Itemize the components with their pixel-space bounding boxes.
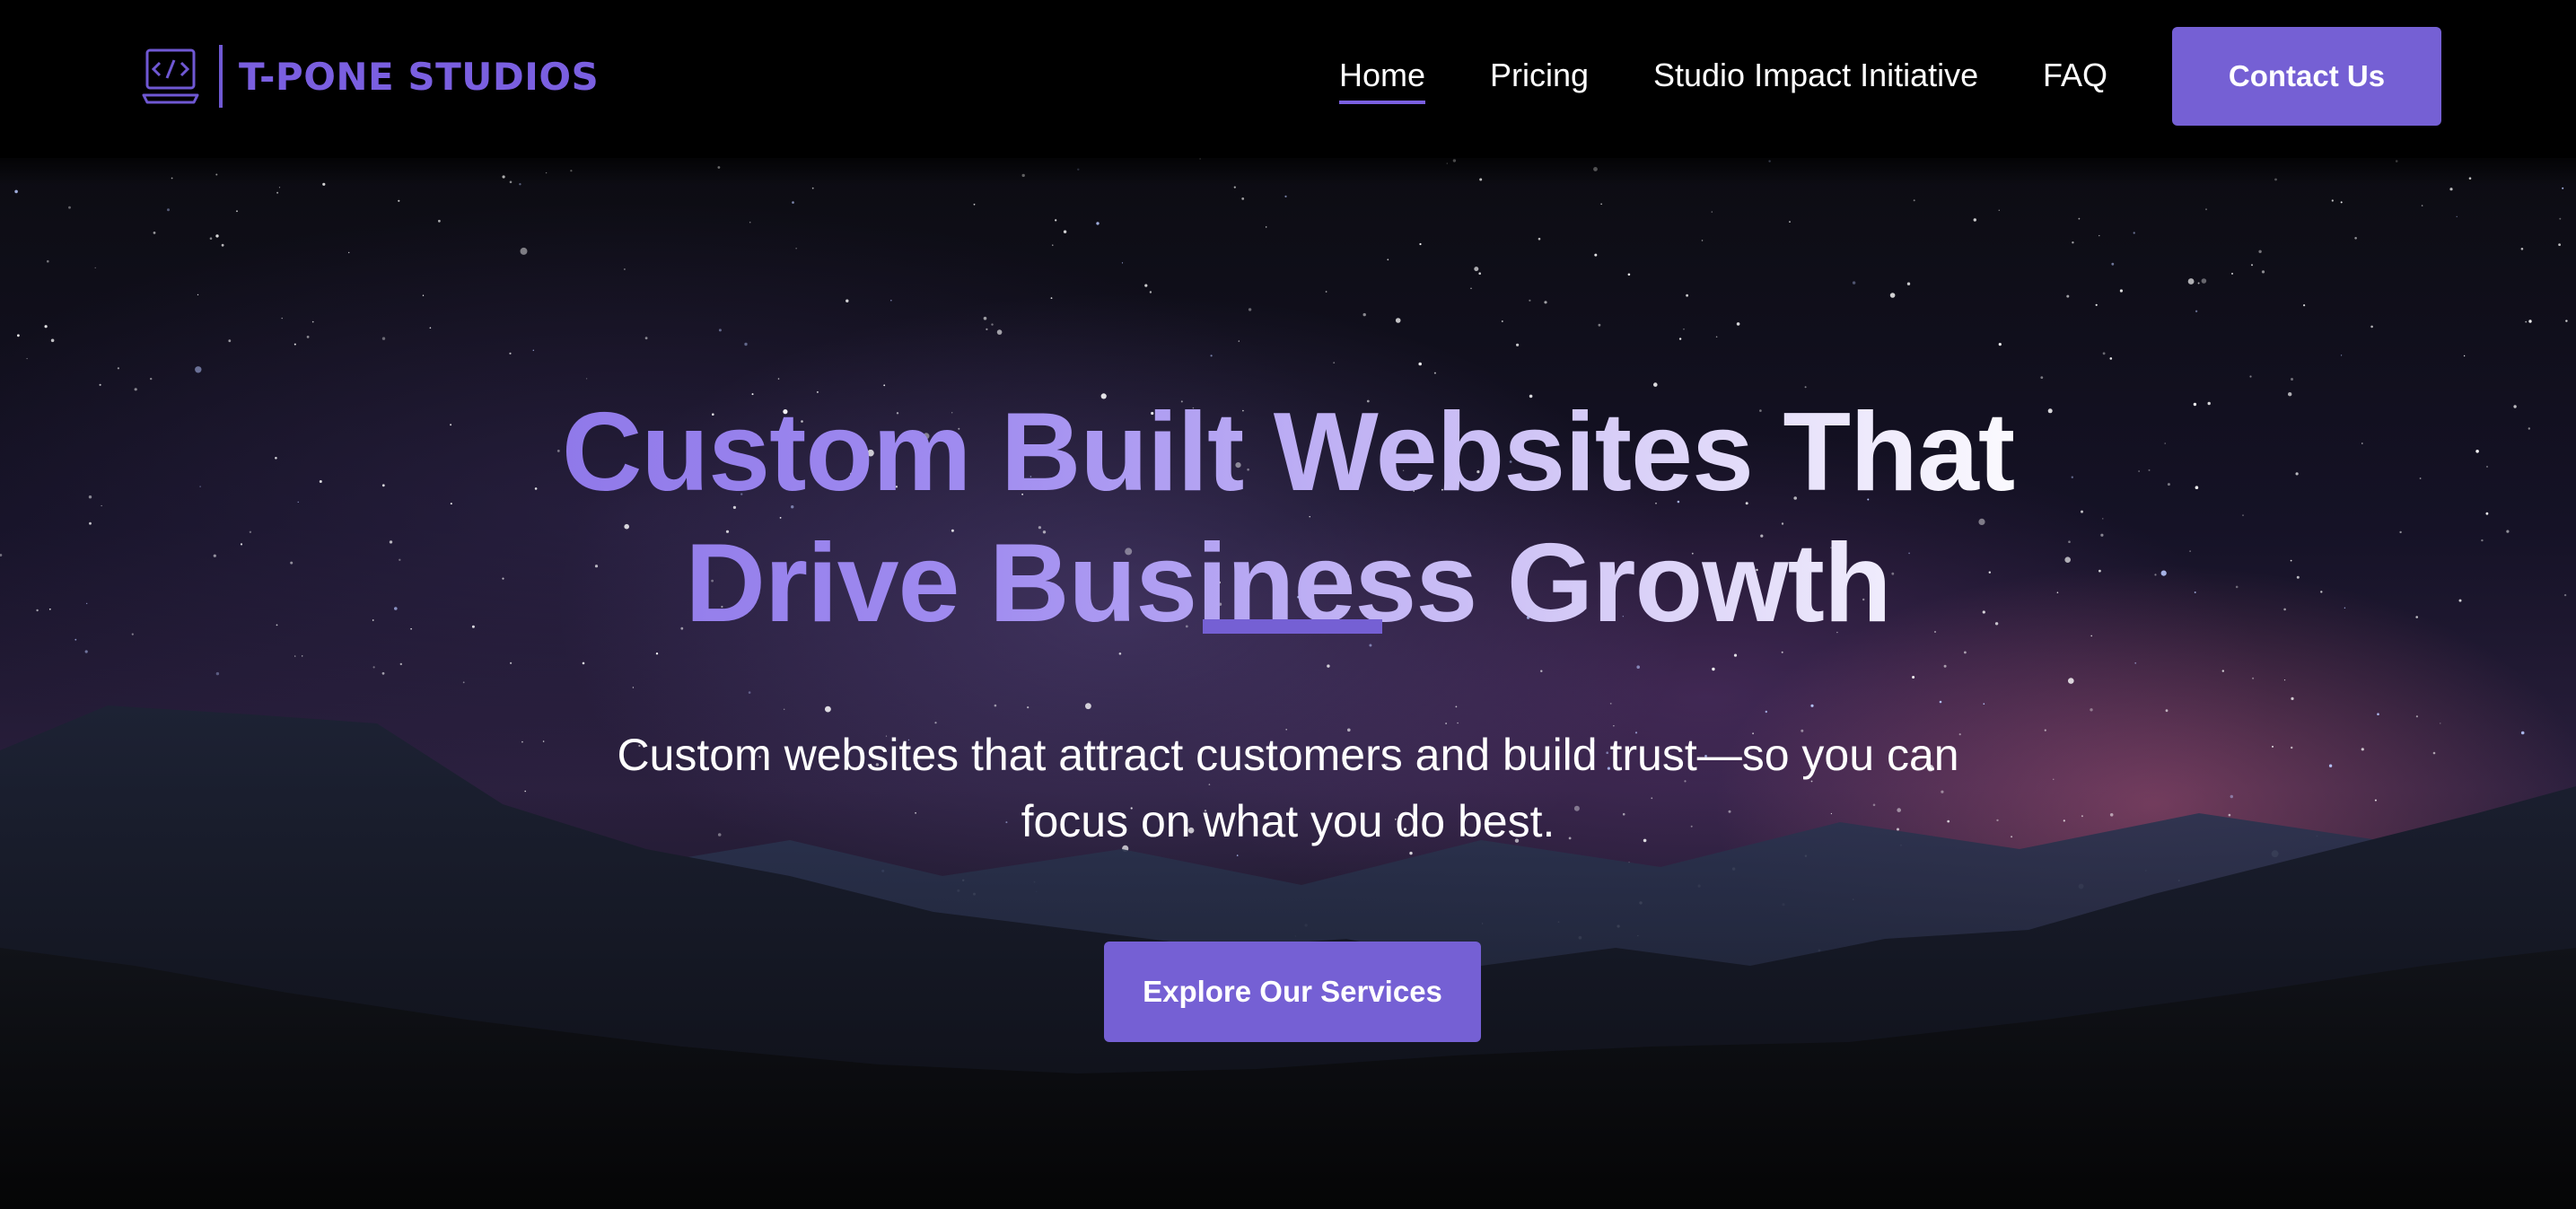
hero-divider-bar (1203, 619, 1382, 634)
hero-section: Custom Built Websites That Drive Busines… (0, 158, 2576, 1209)
hero-title-line-1: Custom Built Websites That (561, 390, 2015, 515)
hero-subtitle: Custom websites that attract customers a… (539, 722, 2037, 854)
hero-top-shadow (0, 158, 2576, 185)
nav-link-studio-impact-initiative[interactable]: Studio Impact Initiative (1653, 56, 1978, 95)
hero-subtitle-line-1: Custom websites that attract customers a… (617, 730, 1959, 780)
hero-title: Custom Built Websites That Drive Busines… (0, 387, 2576, 649)
explore-services-button[interactable]: Explore Our Services (1104, 942, 1481, 1042)
mountain-silhouette (0, 705, 2576, 1209)
nav-link-home[interactable]: Home (1339, 56, 1426, 104)
contact-us-button[interactable]: Contact Us (2172, 27, 2441, 126)
hero-subtitle-line-2: focus on what you do best. (1021, 796, 1555, 846)
nav-link-pricing[interactable]: Pricing (1490, 56, 1589, 95)
top-navbar: T-PONE STUDIOS Home Pricing Studio Impac… (0, 0, 2576, 158)
nav-link-faq[interactable]: FAQ (2043, 56, 2107, 95)
